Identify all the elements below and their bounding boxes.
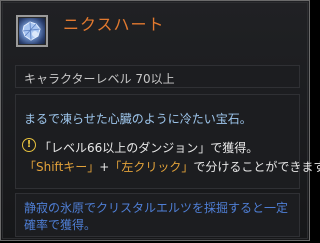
hint-acquire: 「レベル66以上のダンジョン」で獲得。 [39,141,259,155]
item-description: まるで凍らせた心臓のように冷たい宝石。 [24,112,252,126]
warning-icon: ! [22,138,36,152]
hint-split: 「Shiftキー」+「左クリック」で分けることができます。 [24,158,320,175]
hint-split-rest: で分けることができます。 [193,160,320,174]
obtain-info: 静寂の氷原でクリスタルエルツを採掘すると一定確率で獲得。 [24,201,289,232]
level-requirement: キャラクターレベル 70以上 [24,72,175,86]
obtain-panel: 静寂の氷原でクリスタルエルツを採掘すると一定確率で獲得。 [15,193,300,237]
frozen-heart-gem-icon [16,15,48,47]
shift-key-label: 「Shiftキー」 [24,160,100,174]
left-click-label: 「左クリック」 [109,160,194,174]
description-panel: まるで凍らせた心臓のように冷たい宝石。 ! 「レベル66以上のダンジョン」で獲得… [15,94,320,189]
requirement-panel: キャラクターレベル 70以上 [15,65,300,88]
item-tooltip: ニクスハート キャラクターレベル 70以上 まるで凍らせた心臓のように冷たい宝石… [0,0,320,241]
item-name: ニクスハート [63,15,165,34]
plus-sign: + [99,160,110,174]
